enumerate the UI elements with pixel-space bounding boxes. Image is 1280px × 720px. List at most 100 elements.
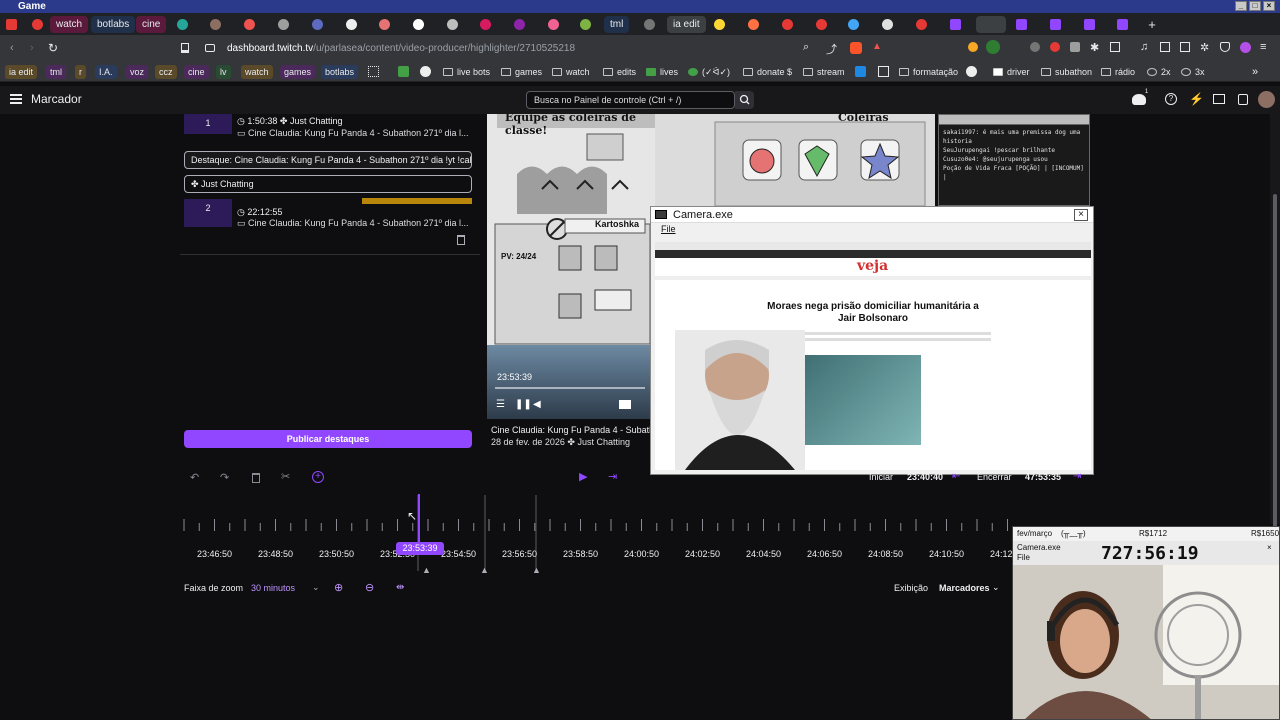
exhibit-select[interactable]: Marcadores <box>939 583 990 593</box>
highlight-title-input[interactable]: Destaque: Cine Claudia: Kung Fu Panda 4 … <box>184 151 472 169</box>
bookmark-item[interactable]: voz <box>126 65 149 79</box>
share-icon[interactable]: ⤴ <box>826 41 837 57</box>
play-icon[interactable]: ▶ <box>579 470 587 483</box>
close-icon[interactable]: × <box>1074 209 1088 221</box>
extension-icon[interactable] <box>1240 42 1251 53</box>
extension-icon[interactable] <box>986 40 1000 54</box>
tab-icon[interactable] <box>782 19 793 30</box>
bookmark-icon[interactable] <box>855 66 866 77</box>
site-info-icon[interactable] <box>205 44 215 52</box>
tab-icon[interactable] <box>278 19 289 30</box>
tab-icon[interactable] <box>480 19 491 30</box>
marker-pin-icon[interactable]: ▲ <box>422 565 431 575</box>
twitch-tab-icon[interactable] <box>1084 19 1095 30</box>
page-scrollbar[interactable] <box>1270 114 1280 614</box>
tab-icon[interactable] <box>644 19 655 30</box>
bookmark-icon[interactable] <box>181 43 189 53</box>
bookmark-folder-subathon[interactable]: subathon <box>1041 65 1092 79</box>
wallet-icon[interactable] <box>1180 42 1190 52</box>
tab-ia-edit[interactable]: ia edit <box>667 16 706 33</box>
twitch-tab-icon[interactable] <box>950 19 961 30</box>
extension-icon[interactable] <box>968 42 978 52</box>
set-start-icon[interactable]: ⇤ <box>952 471 960 482</box>
theatre-mode-icon[interactable] <box>619 400 631 409</box>
chapters-icon[interactable]: ☰ <box>496 399 505 410</box>
hamburger-menu-icon[interactable] <box>10 94 22 104</box>
close-icon[interactable]: × <box>1267 543 1272 552</box>
puzzle-extensions-icon[interactable]: ✱ <box>1090 41 1099 54</box>
search-input[interactable]: Busca no Painel de controle (Ctrl + /) <box>526 91 735 109</box>
tab-tml[interactable]: tml <box>604 16 630 33</box>
extension-icon[interactable] <box>1050 42 1060 52</box>
extension-icon[interactable] <box>1070 42 1080 52</box>
camera-menu-file[interactable]: File <box>651 223 1093 236</box>
bookmark-item[interactable]: r <box>75 65 86 79</box>
tab-botlabs[interactable]: botlabs <box>91 16 136 33</box>
chevron-down-icon[interactable]: ⌄ <box>992 582 1000 593</box>
bookmark-emote[interactable]: (✓ᐛ✓) <box>688 65 730 79</box>
tab-active-twitch[interactable] <box>976 16 1006 33</box>
back-arrow-icon[interactable]: ‹ <box>10 42 14 54</box>
tab-search-icon[interactable] <box>1110 42 1120 52</box>
tab-cine[interactable]: cine <box>136 16 167 33</box>
bookmark-item[interactable]: I.A. <box>95 65 117 79</box>
bookmark-item[interactable]: cine <box>184 65 209 79</box>
bookmark-folder-formatacao[interactable]: formatação <box>899 65 958 79</box>
trash-icon[interactable] <box>252 473 260 483</box>
tab-icon[interactable] <box>514 19 525 30</box>
bookmark-folder-games[interactable]: games <box>501 65 542 79</box>
forward-arrow-icon[interactable]: › <box>30 42 34 54</box>
reload-icon[interactable]: ↻ <box>48 41 58 55</box>
bookmark-lives[interactable]: lives <box>646 65 678 79</box>
vpn-shield-icon[interactable] <box>1220 42 1230 52</box>
bookmark-folder-edits[interactable]: edits <box>603 65 636 79</box>
pause-icon[interactable]: ❚❚ <box>515 399 532 410</box>
bookmark-folder-donate[interactable]: donate $ <box>743 65 792 79</box>
category-input[interactable]: ✤ Just Chatting <box>184 175 472 193</box>
sidebar-icon[interactable] <box>1160 42 1170 52</box>
marker-pin-icon[interactable]: ▲ <box>480 565 489 575</box>
video-progress-bar[interactable] <box>495 387 645 389</box>
bookmark-2x[interactable]: 2x <box>1147 65 1171 79</box>
notifications-icon[interactable] <box>1132 94 1146 105</box>
tab-icon[interactable] <box>748 19 759 30</box>
bookmark-item[interactable]: games <box>280 65 316 79</box>
tab-icon[interactable] <box>447 19 458 30</box>
trash-icon[interactable] <box>457 235 465 245</box>
search-button[interactable] <box>735 91 754 109</box>
brave-shield-icon[interactable] <box>850 42 862 54</box>
url-field[interactable]: dashboard.twitch.tv/u/parlasea/content/v… <box>197 39 897 58</box>
bookmark-icon[interactable] <box>398 66 409 77</box>
inbox-icon[interactable] <box>1213 94 1225 104</box>
skip-to-end-icon[interactable]: ⇥ <box>608 470 617 483</box>
music-icon[interactable]: ♫ <box>1140 41 1148 53</box>
youtube-tab-icon[interactable] <box>32 19 43 30</box>
tab-icon[interactable] <box>244 19 255 30</box>
bookmark-icon[interactable] <box>878 66 889 77</box>
avatar[interactable] <box>1258 91 1275 108</box>
zoom-select[interactable]: 30 minutos <box>251 583 295 593</box>
bookmark-item[interactable]: lv <box>216 65 231 79</box>
bookmark-driver[interactable]: driver <box>993 65 1030 79</box>
bookmark-item[interactable]: ia edit <box>5 65 38 79</box>
maximize-button[interactable]: □ <box>1249 1 1261 11</box>
tab-icon[interactable] <box>848 19 859 30</box>
settings-icon[interactable]: ✲ <box>1200 41 1209 54</box>
playhead-time[interactable]: 23:53:39 <box>396 542 444 555</box>
volume-icon[interactable]: ◀ <box>533 399 541 410</box>
close-button[interactable]: × <box>1263 1 1275 11</box>
add-marker-icon[interactable]: + <box>312 471 324 483</box>
bookmark-3x[interactable]: 3x <box>1181 65 1205 79</box>
bookmark-item[interactable]: botlabs <box>321 65 359 79</box>
tab-watch[interactable]: watch <box>50 16 89 33</box>
bookmark-folder-radio[interactable]: rádio <box>1101 65 1135 79</box>
tab-icon[interactable] <box>816 19 827 30</box>
apps-grid-icon[interactable] <box>368 66 379 77</box>
zoom-icon[interactable]: ⌕ <box>803 41 809 54</box>
bookmark-item[interactable]: watch <box>241 65 273 79</box>
tab-icon[interactable] <box>916 19 927 30</box>
set-end-icon[interactable]: ⇥ <box>1073 471 1081 482</box>
timeline-ruler[interactable]: 23:46:5023:48:5023:50:5023:52:5023:54:50… <box>180 491 1015 579</box>
rewards-icon[interactable]: ▲ <box>872 41 882 52</box>
marker-pin-icon[interactable]: ▲ <box>532 565 541 575</box>
